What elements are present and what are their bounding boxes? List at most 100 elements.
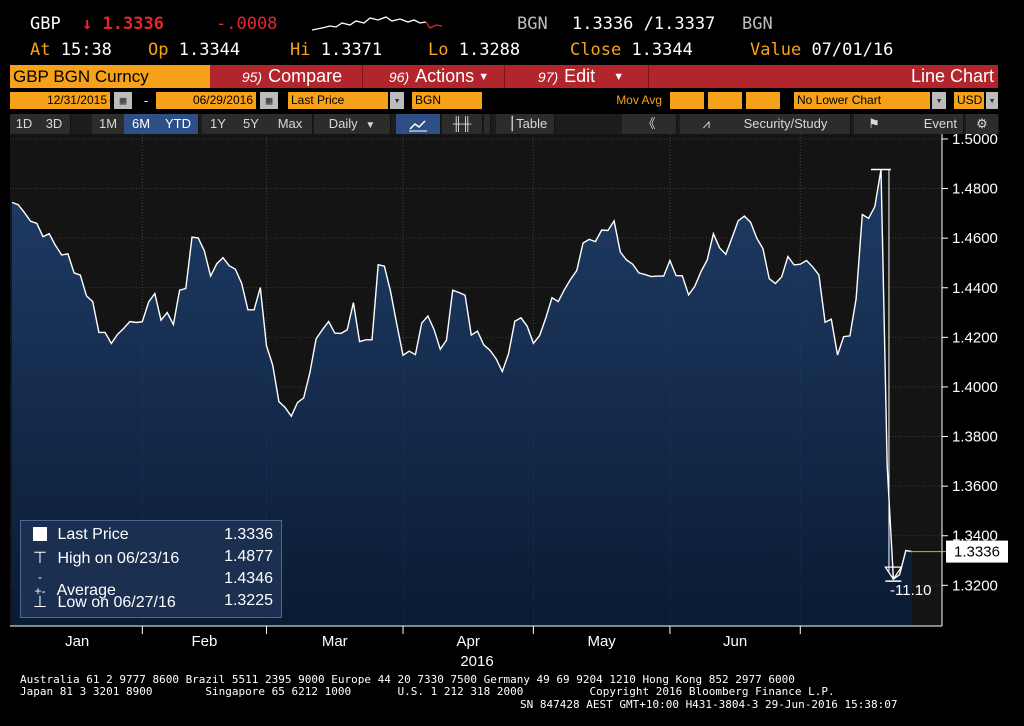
mov-avg-field-2[interactable] <box>708 92 742 109</box>
frequency-select[interactable]: Daily ▼ <box>314 114 391 134</box>
at-value: 15:38 <box>60 40 112 60</box>
open-label: Op <box>148 40 169 60</box>
y-tick-label: 1.3600 <box>952 478 998 495</box>
high-marker-icon: ⊤ <box>33 550 47 567</box>
price-block: ↓ 1.3336 <box>82 14 164 34</box>
line-chart-icon[interactable] <box>396 114 441 134</box>
input-row: 12/31/2015 ▦ - 06/29/2016 ▦ Last Price ▾… <box>10 92 998 109</box>
quote-row-2: At 15:38 <box>30 40 112 60</box>
period-1d[interactable]: 1D <box>10 114 39 134</box>
currency-select[interactable]: USD <box>954 92 984 109</box>
security-study-label: Security/Study <box>743 116 828 131</box>
sparkline-icon <box>312 16 443 31</box>
close-value: 1.3344 <box>631 40 693 60</box>
caret-down-icon: ▼ <box>478 70 490 83</box>
legend-high-value: 1.4877 <box>224 548 273 565</box>
mov-avg-field-3[interactable] <box>746 92 780 109</box>
bar-style-icon[interactable]: ╫╫ <box>442 114 483 134</box>
event-button[interactable]: Event <box>894 114 964 134</box>
x-tick-label: May <box>587 633 616 650</box>
low-label: Lo <box>428 40 449 60</box>
actions-num: 96) <box>388 68 410 85</box>
period-ytd[interactable]: YTD <box>158 114 199 134</box>
legend-row-last: Last Price 1.3336 <box>27 526 277 548</box>
x-tick-label: Mar <box>322 633 348 650</box>
x-tick-label: Apr <box>457 633 480 650</box>
period-3d[interactable]: 3D <box>38 114 71 134</box>
table-icon: ▕ <box>502 116 513 131</box>
bid-ask: 1.3336 /1.3337 <box>572 14 716 34</box>
divider <box>484 114 491 134</box>
last-price-badge-text: 1.3336 <box>954 544 1000 561</box>
period-5y[interactable]: 5Y <box>234 114 269 134</box>
study-icon: ⩘ <box>702 116 710 131</box>
mov-avg-label: Mov Avg <box>616 93 662 107</box>
source-right: BGN <box>742 14 773 34</box>
caret-down-icon: ▼ <box>365 120 376 131</box>
chevron-down-icon[interactable]: ▾ <box>986 92 998 109</box>
footer-contacts-2: Japan 81 3 3201 8900 Singapore 65 6212 1… <box>20 685 835 698</box>
x-tick-label: Jan <box>65 633 89 650</box>
table-button[interactable]: ▕ Table <box>496 114 555 134</box>
legend-high-label: High on 06/23/16 <box>57 550 180 567</box>
y-tick-label: 1.4200 <box>952 329 998 346</box>
actions-button[interactable]: 96) Actions ▼ <box>374 65 505 88</box>
y-axis-ticks: 1.5000 1.4800 1.4600 1.4400 1.4200 1.4000 1.38… <box>942 134 998 594</box>
high-value: 1.3371 <box>320 40 383 60</box>
security-field[interactable]: GBP BGN Curncy <box>10 65 210 88</box>
compare-button[interactable]: 95) Compare <box>222 65 363 88</box>
period-6m[interactable]: 6M <box>124 114 159 134</box>
x-tick-label: Feb <box>191 633 217 650</box>
end-date-field[interactable]: 06/29/2016 <box>156 92 256 109</box>
period-max[interactable]: Max <box>268 114 313 134</box>
calendar-icon[interactable]: ▦ <box>114 92 132 109</box>
collapse-icon[interactable]: 《 <box>622 114 677 134</box>
chevron-down-icon[interactable]: ▾ <box>932 92 946 109</box>
last-price: 1.3336 <box>102 14 164 34</box>
gear-icon[interactable]: ⚙ <box>966 114 999 134</box>
quote-header: GBP <box>30 14 61 34</box>
function-bar: GBP BGN Curncy 95) Compare 96) Actions ▼… <box>10 65 998 88</box>
y-tick-label: 1.4000 <box>952 379 998 396</box>
chart-type-label: Line Chart <box>910 66 994 86</box>
edit-label: Edit <box>564 66 596 86</box>
y-tick-label: 1.4800 <box>952 181 998 198</box>
legend-last-label: Last Price <box>57 526 129 543</box>
close-label: Close <box>570 40 622 60</box>
low-block: Lo 1.3288 <box>428 40 520 60</box>
security-study-button[interactable]: ⩘ Security/Study <box>680 114 851 134</box>
x-axis-year: 2016 <box>460 653 493 670</box>
price-change: -.0008 <box>216 14 278 34</box>
frequency-label: Daily <box>328 116 358 131</box>
source-field[interactable]: BGN <box>412 92 482 109</box>
open-value: 1.3344 <box>178 40 241 60</box>
chevron-down-icon[interactable]: ▾ <box>390 92 404 109</box>
start-date-field[interactable]: 12/31/2015 <box>10 92 110 109</box>
period-1y[interactable]: 1Y <box>202 114 235 134</box>
table-label: Table <box>516 116 548 131</box>
source-left: BGN <box>517 14 548 34</box>
compare-num: 95) <box>241 68 263 85</box>
low-marker-icon: ⊥ <box>33 594 47 611</box>
mov-avg-field-1[interactable] <box>670 92 704 109</box>
edit-num: 97) <box>537 68 559 85</box>
footer-contacts-1: Australia 61 2 9777 8600 Brazil 5511 239… <box>20 673 795 686</box>
pct-drop-label: -11.10 <box>890 582 931 599</box>
ticker: GBP <box>30 14 61 34</box>
date-separator: - <box>143 93 149 108</box>
x-tick-label: Jun <box>723 633 747 650</box>
y-tick-label: 1.3800 <box>952 429 998 446</box>
value-date: 07/01/16 <box>811 40 894 60</box>
field-select[interactable]: Last Price <box>288 92 388 109</box>
legend-box: Last Price 1.3336 ⊤ High on 06/23/16 1.4… <box>20 520 282 618</box>
period-1m[interactable]: 1M <box>92 114 125 134</box>
legend-row-avg: -+- Average 1.4346 <box>27 570 277 599</box>
flag-icon[interactable]: ⚑ <box>854 114 895 134</box>
lower-chart-select[interactable]: No Lower Chart <box>794 92 930 109</box>
caret-down-icon: ▼ <box>613 70 625 83</box>
footer-session: SN 847428 AEST GMT+10:00 H431-3804-3 29-… <box>520 698 898 711</box>
calendar-icon[interactable]: ▦ <box>260 92 278 109</box>
edit-button[interactable]: 97) Edit ▼ <box>514 65 649 88</box>
at-label: At <box>30 40 51 60</box>
high-label: Hi <box>290 40 311 60</box>
